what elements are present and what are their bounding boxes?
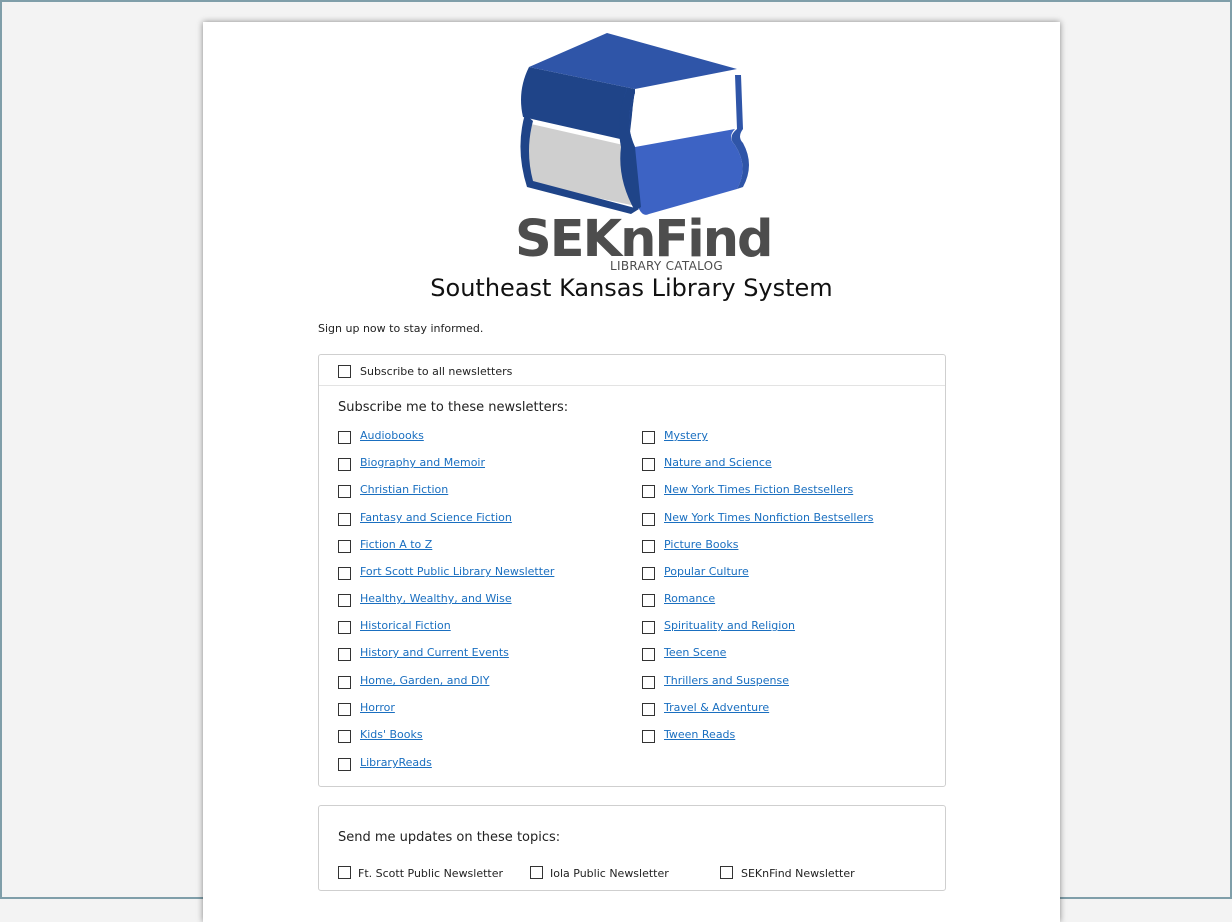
newsletter-checkbox-history-events[interactable] xyxy=(338,648,351,661)
newsletter-link-romance[interactable]: Romance xyxy=(664,592,715,605)
newsletter-link-kids-books[interactable]: Kids' Books xyxy=(360,728,423,741)
subscribe-all-row: Subscribe to all newsletters xyxy=(319,355,945,386)
newsletter-link-history-events[interactable]: History and Current Events xyxy=(360,646,509,659)
newsletter-link-nature-science[interactable]: Nature and Science xyxy=(664,456,772,469)
newsletter-link-picture-books[interactable]: Picture Books xyxy=(664,538,738,551)
newsletter-checkbox-christian-fiction[interactable] xyxy=(338,485,351,498)
newsletter-checkbox-fiction-a-z[interactable] xyxy=(338,540,351,553)
topics-panel: Send me updates on these topics: Ft. Sco… xyxy=(318,805,946,891)
newsletter-link-biography[interactable]: Biography and Memoir xyxy=(360,456,485,469)
newsletter-link-nyt-nonfiction[interactable]: New York Times Nonfiction Bestsellers xyxy=(664,511,873,524)
newsletter-checkbox-nyt-fiction[interactable] xyxy=(642,485,655,498)
newsletter-link-spirituality[interactable]: Spirituality and Religion xyxy=(664,619,795,632)
newsletter-checkbox-teen-scene[interactable] xyxy=(642,648,655,661)
newsletter-link-home-garden[interactable]: Home, Garden, and DIY xyxy=(360,674,489,687)
newsletter-panel: Subscribe to all newsletters Subscribe m… xyxy=(318,354,946,787)
newsletter-link-horror[interactable]: Horror xyxy=(360,701,395,714)
newsletter-checkbox-fantasy-scifi[interactable] xyxy=(338,513,351,526)
newsletter-link-fort-scott[interactable]: Fort Scott Public Library Newsletter xyxy=(360,565,554,578)
topic-label-ft-scott[interactable]: Ft. Scott Public Newsletter xyxy=(358,867,503,880)
topics-heading: Send me updates on these topics: xyxy=(338,830,561,845)
newsletter-checkbox-kids-books[interactable] xyxy=(338,730,351,743)
newsletter-link-mystery[interactable]: Mystery xyxy=(664,429,708,442)
newsletter-link-travel[interactable]: Travel & Adventure xyxy=(664,701,769,714)
newsletter-checkbox-picture-books[interactable] xyxy=(642,540,655,553)
newsletter-link-fiction-a-z[interactable]: Fiction A to Z xyxy=(360,538,432,551)
newsletter-link-christian-fiction[interactable]: Christian Fiction xyxy=(360,483,448,496)
newsletter-link-healthy-wealthy[interactable]: Healthy, Wealthy, and Wise xyxy=(360,592,512,605)
logo-tagline: LIBRARY CATALOG xyxy=(610,259,723,273)
newsletter-link-audiobooks[interactable]: Audiobooks xyxy=(360,429,424,442)
newsletter-link-thrillers[interactable]: Thrillers and Suspense xyxy=(664,674,789,687)
newsletter-checkbox-spirituality[interactable] xyxy=(642,621,655,634)
newsletter-checkbox-biography[interactable] xyxy=(338,458,351,471)
newsletter-link-tween-reads[interactable]: Tween Reads xyxy=(664,728,735,741)
signup-page: SEKnFind LIBRARY CATALOG Southeast Kansa… xyxy=(203,22,1060,922)
newsletter-checkbox-nyt-nonfiction[interactable] xyxy=(642,513,655,526)
newsletter-checkbox-healthy-wealthy[interactable] xyxy=(338,594,351,607)
newsletter-link-fantasy-scifi[interactable]: Fantasy and Science Fiction xyxy=(360,511,512,524)
newsletter-checkbox-mystery[interactable] xyxy=(642,431,655,444)
newsletter-checkbox-tween-reads[interactable] xyxy=(642,730,655,743)
newsletter-link-popular-culture[interactable]: Popular Culture xyxy=(664,565,749,578)
topic-label-seknfind[interactable]: SEKnFind Newsletter xyxy=(741,867,855,880)
topic-checkbox-seknfind[interactable] xyxy=(720,866,733,879)
newsletter-link-historical-fiction[interactable]: Historical Fiction xyxy=(360,619,451,632)
newsletter-link-teen-scene[interactable]: Teen Scene xyxy=(664,646,726,659)
newsletter-checkbox-libraryreads[interactable] xyxy=(338,758,351,771)
newsletter-checkbox-thrillers[interactable] xyxy=(642,676,655,689)
site-title: Southeast Kansas Library System xyxy=(430,274,833,302)
newsletter-checkbox-horror[interactable] xyxy=(338,703,351,716)
newsletter-checkbox-travel[interactable] xyxy=(642,703,655,716)
newsletter-checkbox-home-garden[interactable] xyxy=(338,676,351,689)
intro-text: Sign up now to stay informed. xyxy=(318,322,484,335)
newsletter-checkbox-fort-scott[interactable] xyxy=(338,567,351,580)
newsletter-checkbox-popular-culture[interactable] xyxy=(642,567,655,580)
subscribe-all-label[interactable]: Subscribe to all newsletters xyxy=(360,365,512,378)
topic-checkbox-iola[interactable] xyxy=(530,866,543,879)
newsletter-checkbox-audiobooks[interactable] xyxy=(338,431,351,444)
subscribe-all-checkbox[interactable] xyxy=(338,365,351,378)
newsletter-link-nyt-fiction[interactable]: New York Times Fiction Bestsellers xyxy=(664,483,853,496)
newsletter-checkbox-nature-science[interactable] xyxy=(642,458,655,471)
newsletter-checkbox-romance[interactable] xyxy=(642,594,655,607)
newsletters-heading: Subscribe me to these newsletters: xyxy=(338,400,569,415)
topic-checkbox-ft-scott[interactable] xyxy=(338,866,351,879)
topic-label-iola[interactable]: Iola Public Newsletter xyxy=(550,867,669,880)
newsletter-checkbox-historical-fiction[interactable] xyxy=(338,621,351,634)
newsletter-link-libraryreads[interactable]: LibraryReads xyxy=(360,756,432,769)
